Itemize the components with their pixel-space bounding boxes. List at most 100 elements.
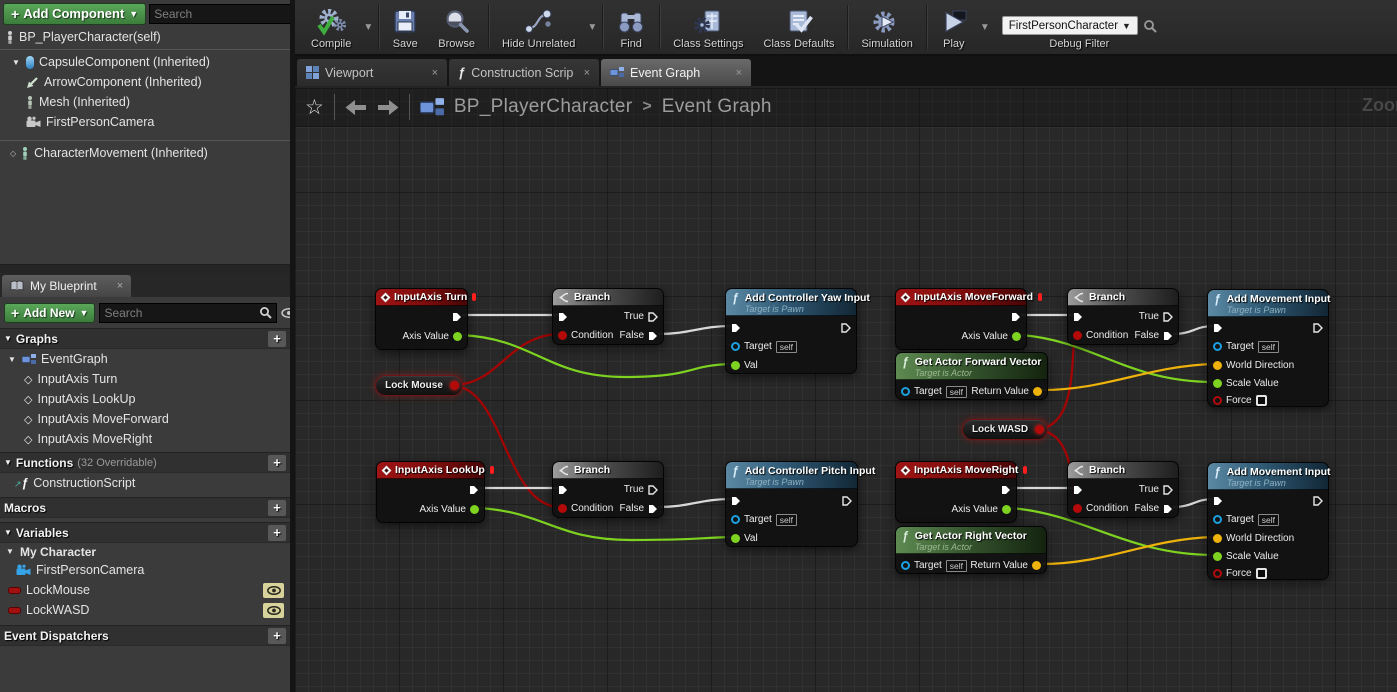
find-button[interactable]: Find [606, 0, 656, 54]
self-literal[interactable]: self [1257, 513, 1280, 526]
exec-out-pin[interactable] [447, 307, 467, 326]
target-pin[interactable]: Target self [896, 382, 972, 401]
node-add-controller-yaw-input[interactable]: ƒ Add Controller Yaw Input Target is Paw… [725, 288, 870, 375]
class-defaults-button[interactable]: Class Defaults [754, 0, 845, 54]
false-exec-pin[interactable]: False [615, 326, 663, 345]
exec-in-pin[interactable] [1068, 307, 1088, 326]
exec-out-pin[interactable] [1308, 318, 1328, 337]
add-component-button[interactable]: + Add Component ▼ [3, 2, 147, 25]
graph-canvas[interactable]: ☆ BP_PlayerCharacter > Event Graph Zoom [295, 88, 1397, 692]
compile-options-caret[interactable]: ▼ [361, 22, 375, 33]
exec-out-pin[interactable] [1006, 307, 1026, 326]
true-exec-pin[interactable]: True [1134, 307, 1178, 326]
node-get-lock-wasd[interactable]: Lock WASD [962, 419, 1048, 440]
return-value-pin[interactable]: Return Value [966, 382, 1047, 401]
exec-out-pin[interactable] [836, 318, 856, 337]
section-graphs[interactable]: ▼ Graphs + [0, 328, 290, 349]
instance-editable-eye-toggle[interactable] [263, 582, 284, 598]
component-row-arrow[interactable]: ArrowComponent (Inherited) [0, 72, 290, 92]
node-get-lock-mouse[interactable]: Lock Mouse [375, 375, 463, 396]
class-settings-button[interactable]: Class Settings [663, 0, 753, 54]
tab-event-graph[interactable]: Event Graph × [601, 59, 751, 86]
row-inputaxis-turn[interactable]: ◇ InputAxis Turn [0, 369, 290, 389]
node-branch-3[interactable]: Branch True Condition False [552, 461, 664, 518]
node-inputaxis-moveright[interactable]: InputAxis MoveRight Axis Value [895, 461, 1028, 523]
world-direction-pin[interactable]: World Direction [1208, 529, 1299, 548]
tab-viewport[interactable]: Viewport × [297, 59, 447, 86]
close-icon[interactable]: × [584, 67, 590, 79]
node-branch-4[interactable]: Branch True Condition False [1067, 461, 1179, 518]
self-literal[interactable]: self [1257, 340, 1280, 353]
axis-value-pin[interactable]: Axis Value [956, 327, 1026, 346]
target-pin[interactable]: Target self [726, 510, 802, 529]
debug-object-dropdown[interactable]: FirstPersonCharacter ▼ [1001, 16, 1138, 35]
node-add-controller-pitch-input[interactable]: ƒ Add Controller Pitch Input Target is P… [725, 461, 875, 547]
compile-button[interactable]: Compile [301, 0, 361, 54]
exec-in-pin[interactable] [1208, 491, 1228, 510]
true-exec-pin[interactable]: True [619, 307, 663, 326]
add-graph-button[interactable]: + [268, 330, 286, 347]
bool-pin-icon[interactable] [1035, 425, 1044, 434]
exec-out-pin[interactable] [464, 480, 484, 499]
row-inputaxis-moveright[interactable]: ◇ InputAxis MoveRight [0, 429, 290, 449]
play-button[interactable]: Play [930, 0, 978, 54]
add-dispatcher-button[interactable]: + [268, 627, 286, 644]
bool-pin-icon[interactable] [450, 381, 459, 390]
node-branch-1[interactable]: Branch True Condition False [552, 288, 664, 345]
exec-in-pin[interactable] [1068, 480, 1088, 499]
node-inputaxis-turn[interactable]: InputAxis Turn Axis Value [375, 288, 477, 350]
row-firstpersoncamera-var[interactable]: FirstPersonCamera [0, 560, 290, 580]
node-get-actor-forward-vector[interactable]: ƒ Get Actor Forward Vector Target is Act… [895, 352, 1048, 400]
exec-in-pin[interactable] [553, 480, 573, 499]
row-construction-script[interactable]: ↗ƒ ConstructionScript [0, 473, 290, 493]
condition-pin[interactable]: Condition [553, 326, 618, 345]
component-row-camera[interactable]: FirstPersonCamera [0, 112, 290, 132]
row-lockwasd-var[interactable]: LockWASD [0, 600, 290, 620]
return-value-pin[interactable]: Return Value [965, 556, 1046, 575]
component-row-movement[interactable]: ◇ CharacterMovement (Inherited) [0, 143, 290, 163]
target-pin[interactable]: Target self [1208, 510, 1284, 529]
row-eventgraph[interactable]: ▼ EventGraph [0, 349, 290, 369]
force-pin[interactable]: Force [1208, 391, 1272, 410]
axis-value-pin[interactable]: Axis Value [946, 500, 1016, 519]
target-pin[interactable]: Target self [1208, 337, 1284, 356]
self-literal[interactable]: self [775, 340, 798, 353]
condition-pin[interactable]: Condition [1068, 499, 1133, 518]
exec-in-pin[interactable] [726, 491, 746, 510]
condition-pin[interactable]: Condition [553, 499, 618, 518]
component-row-capsule[interactable]: ▼ CapsuleComponent (Inherited) [0, 52, 290, 72]
axis-value-pin[interactable]: Axis Value [397, 327, 467, 346]
add-function-button[interactable]: + [268, 454, 286, 471]
components-search-input[interactable] [154, 6, 310, 21]
exec-out-pin[interactable] [996, 480, 1016, 499]
node-get-actor-right-vector[interactable]: ƒ Get Actor Right Vector Target is Actor… [895, 526, 1047, 574]
exec-in-pin[interactable] [1208, 318, 1228, 337]
close-icon[interactable]: × [736, 67, 742, 79]
world-direction-pin[interactable]: World Direction [1208, 356, 1299, 375]
force-checkbox[interactable] [1255, 568, 1267, 579]
val-pin[interactable]: Val [726, 356, 763, 375]
exec-in-pin[interactable] [553, 307, 573, 326]
exec-out-pin[interactable] [837, 491, 857, 510]
debug-search-icon[interactable] [1143, 19, 1157, 33]
hide-unrelated-button[interactable]: Hide Unrelated [492, 0, 585, 54]
category-my-character[interactable]: ▼ My Character [0, 543, 290, 560]
false-exec-pin[interactable]: False [615, 499, 663, 518]
section-functions[interactable]: ▼ Functions (32 Overridable) + [0, 452, 290, 473]
false-exec-pin[interactable]: False [1130, 326, 1178, 345]
target-pin[interactable]: Target self [726, 337, 802, 356]
component-row-mesh[interactable]: Mesh (Inherited) [0, 92, 290, 112]
row-inputaxis-moveforward[interactable]: ◇ InputAxis MoveForward [0, 409, 290, 429]
section-event-dispatchers[interactable]: Event Dispatchers + [0, 625, 290, 646]
node-inputaxis-moveforward[interactable]: InputAxis MoveForward Axis Value [895, 288, 1043, 350]
node-inputaxis-lookup[interactable]: InputAxis LookUp Axis Value [376, 461, 494, 523]
hide-unrelated-options-caret[interactable]: ▼ [585, 22, 599, 33]
instance-editable-eye-toggle[interactable] [263, 602, 284, 618]
expander-icon[interactable]: ▼ [8, 355, 17, 364]
section-variables[interactable]: ▼ Variables + [0, 522, 290, 543]
browse-button[interactable]: Browse [428, 0, 485, 54]
node-branch-2[interactable]: Branch True Condition False [1067, 288, 1179, 345]
add-new-button[interactable]: + Add New ▼ [4, 302, 96, 323]
tab-my-blueprint[interactable]: My Blueprint × [2, 275, 132, 297]
self-literal[interactable]: self [945, 385, 968, 398]
